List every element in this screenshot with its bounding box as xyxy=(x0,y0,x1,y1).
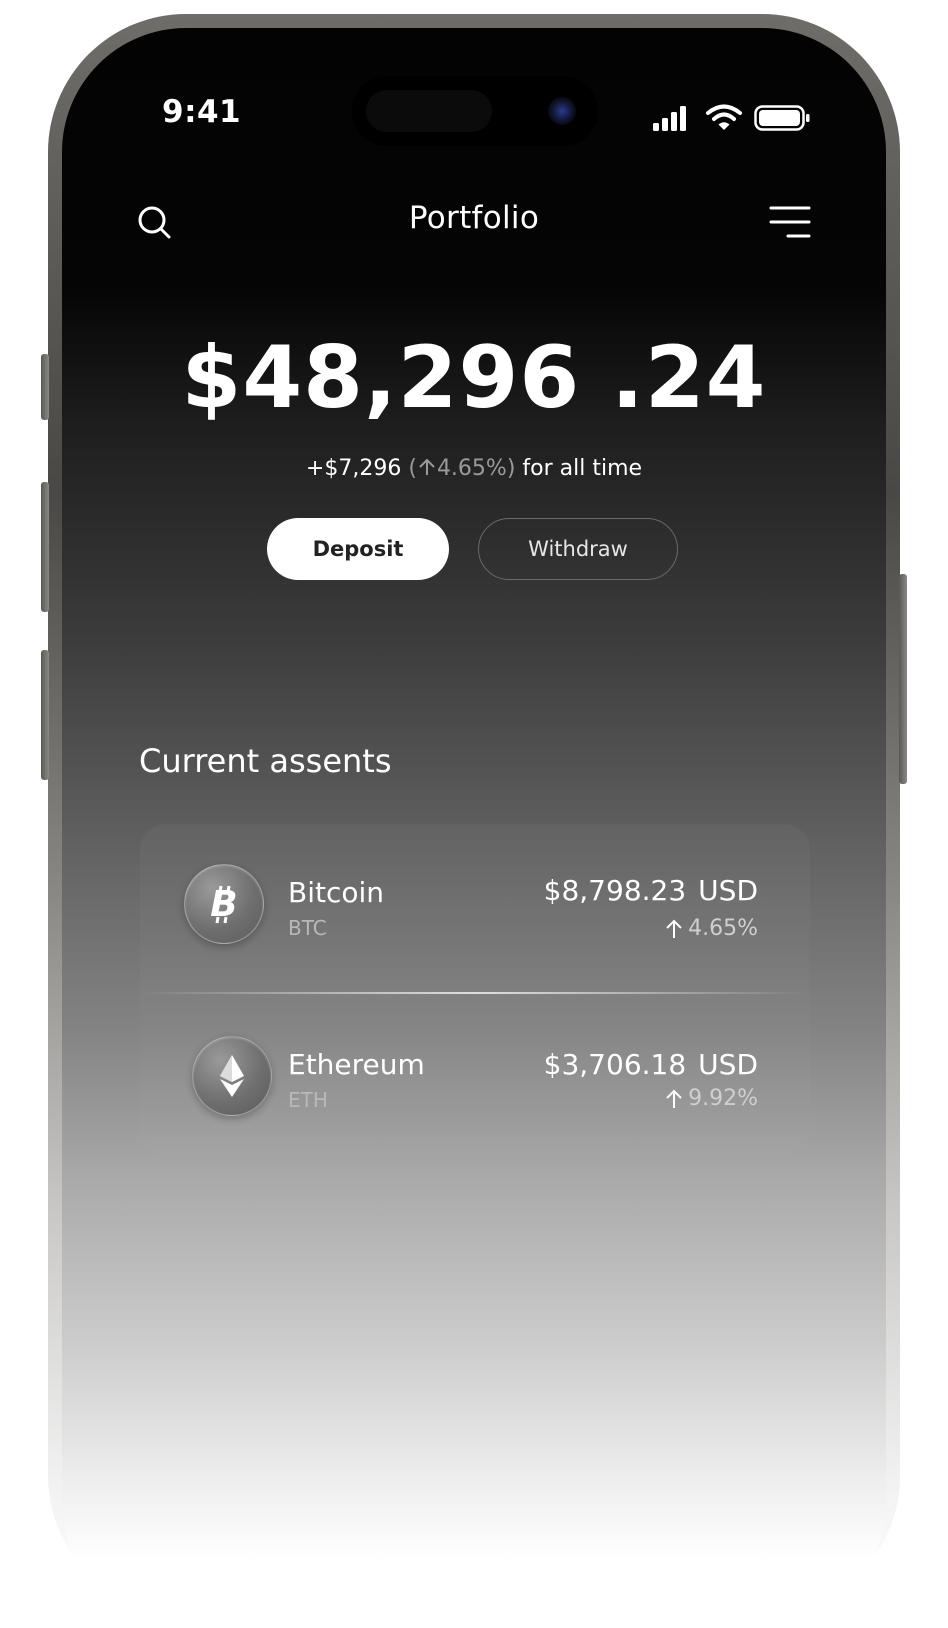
asset-name: Bitcoin xyxy=(288,876,385,909)
change-percent: 4.65% xyxy=(436,456,507,481)
cellular-signal-icon xyxy=(653,106,686,131)
deposit-button[interactable]: Deposit xyxy=(267,518,449,580)
change-value: 4.65% xyxy=(688,916,758,941)
price-currency: USD xyxy=(698,1048,758,1081)
section-title: Current assents xyxy=(139,742,392,780)
change-value: 9.92% xyxy=(688,1086,758,1111)
battery-icon xyxy=(754,105,810,131)
withdraw-button[interactable]: Withdraw xyxy=(478,518,678,580)
power-button xyxy=(899,574,907,784)
portfolio-balance: $48,296 .24 xyxy=(181,328,767,428)
asset-change: 4.65% xyxy=(664,916,758,941)
volume-up-button xyxy=(41,482,49,612)
menu-icon xyxy=(769,206,811,238)
change-amount: +$7,296 xyxy=(305,456,402,481)
asset-price: $3,706.18 USD xyxy=(544,1048,758,1081)
change-close-paren: ) xyxy=(506,456,516,481)
asset-name: Ethereum xyxy=(288,1048,425,1081)
front-camera xyxy=(548,97,576,125)
bitcoin-icon: B xyxy=(184,864,264,944)
status-time: 9:41 xyxy=(162,94,242,130)
change-open-paren: ( xyxy=(408,456,417,481)
action-button xyxy=(41,354,49,420)
asset-symbol: BTC xyxy=(288,916,327,940)
arrow-up-icon xyxy=(666,919,682,938)
asset-symbol: ETH xyxy=(288,1088,328,1112)
ethereum-icon xyxy=(192,1036,272,1116)
volume-down-button xyxy=(41,650,49,780)
price-value: $3,706.18 xyxy=(543,1048,687,1081)
svg-text:B: B xyxy=(210,884,237,925)
price-value: $8,798.23 xyxy=(543,874,687,907)
arrow-up-icon xyxy=(419,458,435,475)
menu-button[interactable] xyxy=(768,200,812,244)
change-suffix: for all time xyxy=(522,456,643,481)
asset-row-bitcoin[interactable]: B Bitcoin BTC $8,798.23 USD 4.65% xyxy=(140,844,810,964)
assets-card: B Bitcoin BTC $8,798.23 USD 4.65% Ethere… xyxy=(140,824,810,1154)
asset-change: 9.92% xyxy=(664,1086,758,1111)
app-screen: 9:41 Portfolio $48,296 .24 +$7,296 (4.6… xyxy=(62,28,886,1628)
price-currency: USD xyxy=(698,874,758,907)
asset-row-ethereum[interactable]: Ethereum ETH $3,706.18 USD 9.92% xyxy=(140,1016,810,1136)
wifi-icon xyxy=(706,104,742,130)
portfolio-change: +$7,296 ( 4.65%) for all time xyxy=(62,456,886,481)
dynamic-island xyxy=(352,76,598,146)
status-icons xyxy=(652,104,812,132)
asset-price: $8,798.23 USD xyxy=(544,874,758,907)
row-divider xyxy=(140,992,810,994)
page-title: Portfolio xyxy=(408,200,540,236)
arrow-up-icon xyxy=(666,1089,682,1108)
